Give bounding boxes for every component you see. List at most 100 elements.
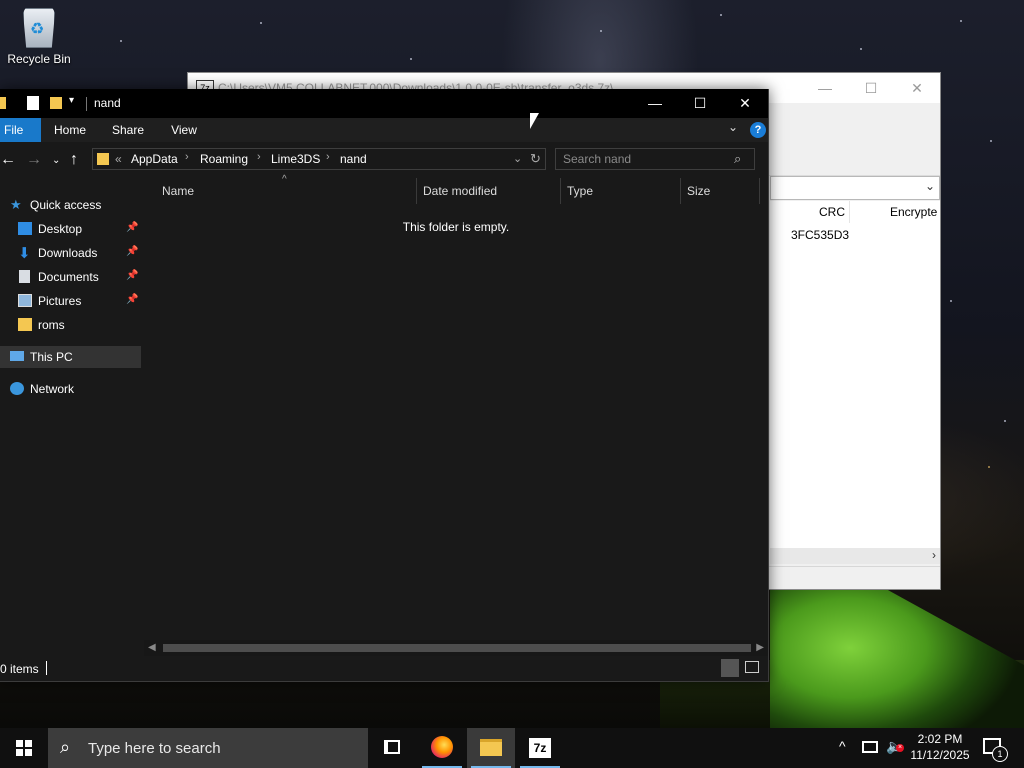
chevron-right-icon[interactable]: › xyxy=(185,151,189,163)
expand-ribbon-icon[interactable]: ⌄ xyxy=(728,120,738,134)
column-divider[interactable] xyxy=(680,178,681,204)
sevenzip-path-box[interactable]: ⌄ xyxy=(770,176,940,200)
sidebar-item-roms[interactable]: roms xyxy=(0,314,141,336)
breadcrumb-overflow[interactable]: « xyxy=(115,152,122,166)
search-icon[interactable]: ⌕ xyxy=(734,151,741,167)
sevenzip-column-encrypted[interactable]: Encrypte xyxy=(890,205,937,219)
taskbar-search-box[interactable]: ⌕ Type here to search xyxy=(48,728,368,768)
column-size[interactable]: Size xyxy=(687,184,710,198)
scroll-right-icon[interactable]: ▶ xyxy=(756,640,764,656)
back-arrow-icon[interactable]: ← xyxy=(0,150,16,170)
sidebar-item-label: Desktop xyxy=(38,222,83,236)
sevenzip-column-crc[interactable]: CRC xyxy=(819,205,845,219)
refresh-icon[interactable]: ↻ xyxy=(530,151,541,167)
start-button[interactable] xyxy=(0,728,48,768)
scrollbar-thumb[interactable] xyxy=(163,644,751,652)
new-folder-icon[interactable] xyxy=(50,97,62,109)
file-explorer-window[interactable]: ▾ nand — ☐ ✕ File Home Share View ⌄ ? ← … xyxy=(0,89,769,682)
system-clock[interactable]: 2:02 PM 11/12/2025 xyxy=(905,731,975,763)
forward-arrow-icon[interactable]: → xyxy=(26,150,42,170)
empty-folder-message: This folder is empty. xyxy=(402,220,510,234)
tab-home[interactable]: Home xyxy=(47,118,93,142)
sidebar-item-quick-access[interactable]: ★ Quick access xyxy=(0,194,141,216)
file-list[interactable]: ^ Name Date modified Type Size This fold… xyxy=(144,174,768,648)
navigation-pane[interactable]: ★ Quick access Desktop 📌 ⬇ Downloads 📌 D… xyxy=(0,189,143,648)
pin-icon[interactable]: 📌 xyxy=(126,246,138,257)
desktop-icon xyxy=(18,222,32,235)
column-type[interactable]: Type xyxy=(567,184,593,198)
help-button[interactable]: ? xyxy=(750,122,766,138)
column-divider[interactable] xyxy=(560,178,561,204)
scroll-right-icon[interactable]: › xyxy=(932,548,936,562)
search-icon: ⌕ xyxy=(60,737,71,757)
up-arrow-icon[interactable]: ↑ xyxy=(70,150,78,170)
chevron-down-icon[interactable]: ⌄ xyxy=(513,152,522,165)
breadcrumb-lime3ds[interactable]: Lime3DS xyxy=(271,152,320,166)
address-bar[interactable]: « AppData › Roaming › Lime3DS › nand ⌄ ↻ xyxy=(92,148,546,170)
taskbar-file-explorer[interactable] xyxy=(467,728,515,768)
horizontal-scrollbar[interactable]: ◀ ▶ xyxy=(144,640,768,656)
show-hidden-icons-icon[interactable]: ^ xyxy=(839,738,846,754)
tab-share[interactable]: Share xyxy=(106,118,150,142)
sidebar-item-documents[interactable]: Documents 📌 xyxy=(0,266,141,288)
column-name[interactable]: Name xyxy=(162,184,194,198)
sevenzip-file-list[interactable]: CRC Encrypte 3FC535D3 xyxy=(770,201,940,549)
chevron-down-icon[interactable]: ⌄ xyxy=(925,179,935,193)
clock-date: 11/12/2025 xyxy=(910,748,970,762)
sevenzip-close-button[interactable]: ✕ xyxy=(894,73,940,103)
pictures-icon xyxy=(18,294,32,307)
sevenzip-maximize-button[interactable]: ☐ xyxy=(848,73,894,103)
star-icon: ★ xyxy=(10,197,22,212)
ribbon-tabs: File Home Share View xyxy=(0,118,768,142)
chevron-right-icon[interactable]: › xyxy=(326,151,330,163)
sidebar-item-pictures[interactable]: Pictures 📌 xyxy=(0,290,141,312)
computer-icon xyxy=(10,351,24,361)
large-icons-view-icon[interactable] xyxy=(745,661,759,673)
details-view-icon[interactable] xyxy=(721,659,739,677)
breadcrumb-roaming[interactable]: Roaming xyxy=(200,152,248,166)
column-divider[interactable] xyxy=(759,178,760,204)
tab-view[interactable]: View xyxy=(162,118,206,142)
title-separator xyxy=(86,97,87,111)
mouse-pointer-icon xyxy=(530,113,539,129)
column-divider[interactable] xyxy=(416,178,417,204)
sidebar-item-label: Downloads xyxy=(38,246,98,260)
volume-muted-icon[interactable]: 🔈 × xyxy=(886,738,904,755)
pin-icon[interactable]: 📌 xyxy=(126,222,138,233)
recent-locations-icon[interactable]: ⌄ xyxy=(52,151,60,171)
scroll-left-icon[interactable]: ◀ xyxy=(148,640,156,656)
pin-icon[interactable]: 📌 xyxy=(126,294,138,305)
sidebar-item-this-pc[interactable]: This PC xyxy=(0,346,141,368)
close-button[interactable]: ✕ xyxy=(722,89,768,118)
task-view-button[interactable] xyxy=(368,728,416,768)
explorer-titlebar[interactable]: ▾ nand — ☐ ✕ xyxy=(0,89,768,118)
tab-file[interactable]: File xyxy=(0,118,41,142)
taskbar-firefox[interactable] xyxy=(418,728,466,768)
properties-icon[interactable] xyxy=(27,96,39,110)
maximize-button[interactable]: ☐ xyxy=(677,89,723,118)
sevenzip-crc-cell[interactable]: 3FC535D3 xyxy=(791,228,849,242)
minimize-button[interactable]: — xyxy=(632,89,678,118)
breadcrumb-appdata[interactable]: AppData xyxy=(131,152,178,166)
recycle-bin-shortcut[interactable]: Recycle Bin xyxy=(6,6,72,66)
network-status-icon[interactable] xyxy=(862,741,878,753)
network-icon xyxy=(10,382,24,395)
sidebar-item-desktop[interactable]: Desktop 📌 xyxy=(0,218,141,240)
sidebar-item-downloads[interactable]: ⬇ Downloads 📌 xyxy=(0,242,141,264)
breadcrumb-nand[interactable]: nand xyxy=(340,152,367,166)
taskbar-sevenzip[interactable]: 7z xyxy=(516,728,564,768)
column-divider[interactable] xyxy=(849,201,850,223)
sidebar-item-label: Documents xyxy=(38,270,99,284)
sevenzip-minimize-button[interactable]: — xyxy=(802,73,848,103)
sidebar-item-label: Quick access xyxy=(30,198,102,212)
status-bar: 0 items xyxy=(0,656,768,681)
taskbar-search-placeholder: Type here to search xyxy=(88,740,221,757)
sidebar-item-network[interactable]: Network xyxy=(0,378,141,400)
search-input[interactable] xyxy=(555,148,755,170)
customize-quick-access-icon[interactable]: ▾ xyxy=(69,95,74,111)
task-view-icon xyxy=(384,740,400,754)
pin-icon[interactable]: 📌 xyxy=(126,270,138,281)
column-date-modified[interactable]: Date modified xyxy=(423,184,497,198)
sevenzip-horizontal-scrollbar[interactable]: › xyxy=(770,548,940,564)
chevron-right-icon[interactable]: › xyxy=(257,151,261,163)
